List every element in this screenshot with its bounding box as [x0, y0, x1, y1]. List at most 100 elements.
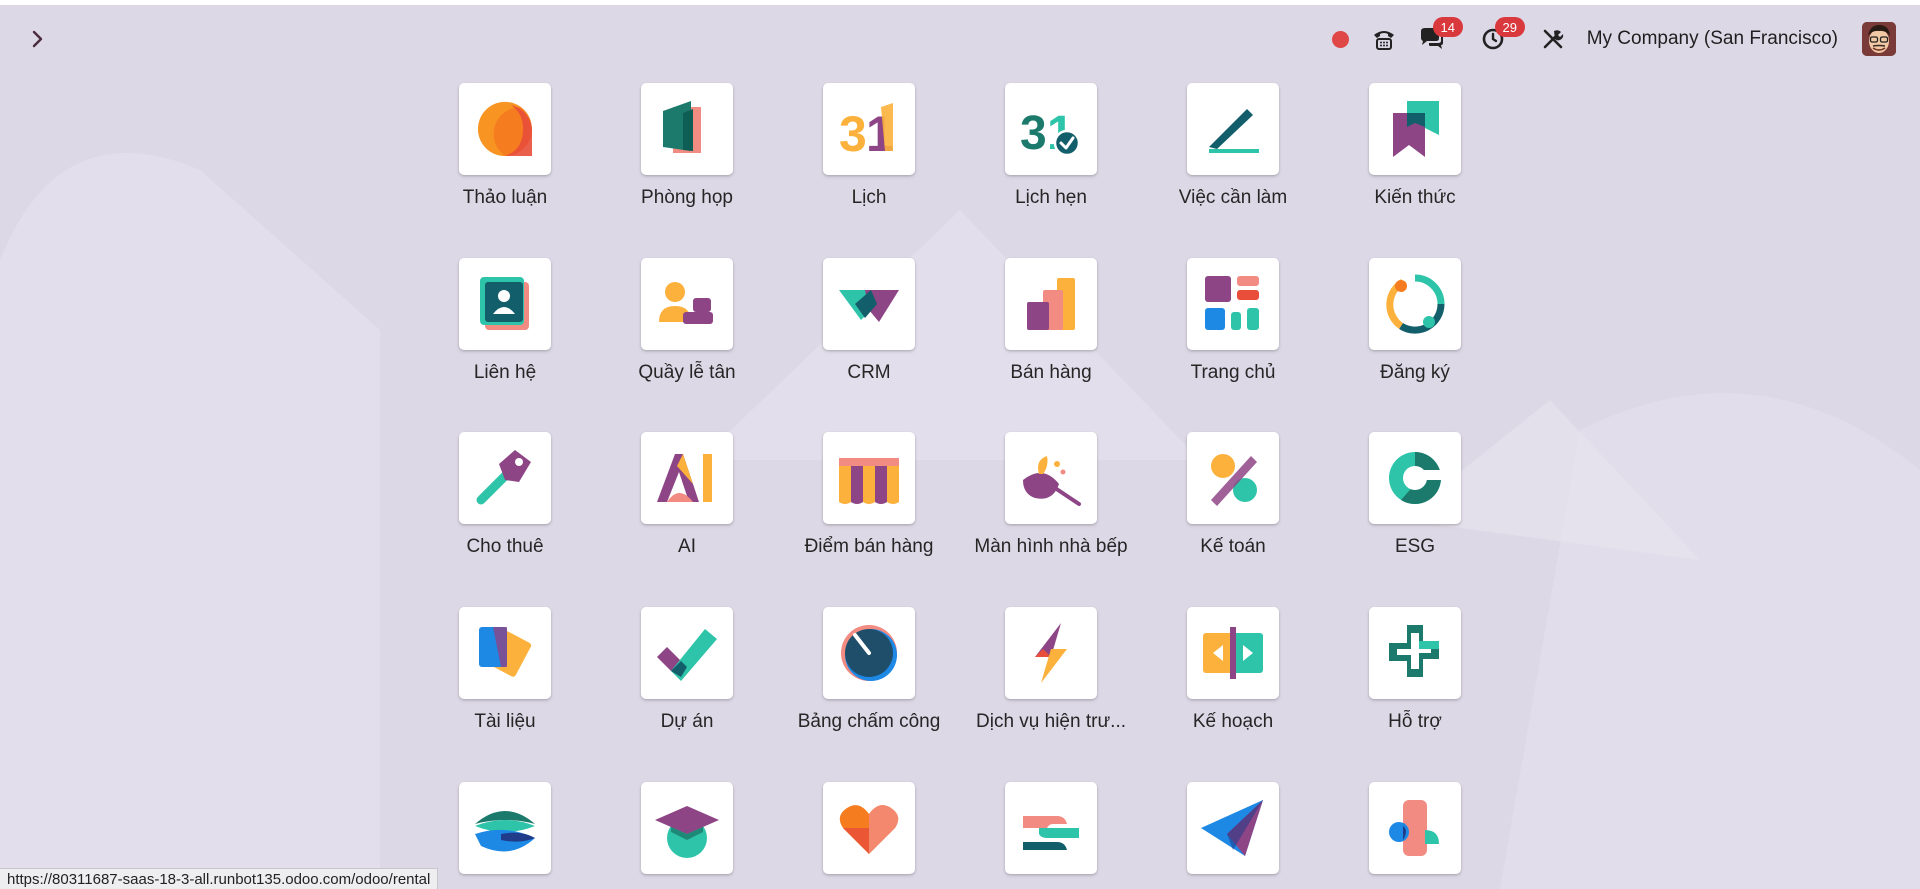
app-timesheets[interactable]: Bảng chấm công: [784, 607, 954, 757]
app-planning[interactable]: Kế hoạch: [1148, 607, 1318, 757]
activities-button[interactable]: 29: [1481, 17, 1525, 51]
messages-badge: 14: [1432, 17, 1463, 37]
app-label: Cho thuê: [466, 536, 544, 557]
phone-icon: [1373, 31, 1394, 50]
app-marketing-automation[interactable]: [1330, 782, 1500, 889]
app-label: Lịch hẹn: [1015, 187, 1087, 208]
point-of-sale-icon: [839, 458, 899, 504]
app-label: Việc cần làm: [1178, 187, 1288, 208]
messages-button[interactable]: 14: [1419, 17, 1463, 51]
app-documents[interactable]: Tài liệu: [420, 607, 590, 757]
email-marketing-icon: [1201, 800, 1263, 856]
frontdesk-icon: [659, 282, 713, 324]
record-dot-icon: [1331, 30, 1349, 48]
app-calendar[interactable]: 3 1 Lịch: [784, 83, 954, 233]
appraisal-icon: [839, 805, 899, 854]
voip-button[interactable]: [1371, 26, 1397, 52]
crm-icon: [839, 290, 899, 322]
systray: 14 29 My Company (San Francisco): [1331, 17, 1896, 59]
chevron-right-icon[interactable]: [24, 25, 52, 53]
app-label: Hỗ trợ: [1388, 711, 1442, 732]
app-kitchen-display[interactable]: Màn hình nhà bếp: [966, 432, 1136, 582]
field-service-icon: [1035, 623, 1067, 683]
app-frontdesk[interactable]: Quầy lễ tân: [602, 258, 772, 408]
app-label: Tài liệu: [474, 711, 536, 732]
app-project[interactable]: Dự án: [602, 607, 772, 757]
app-label: Trang chủ: [1190, 362, 1276, 383]
app-appraisal[interactable]: [784, 782, 954, 889]
app-label: Thảo luận: [462, 187, 548, 208]
recording-indicator[interactable]: [1331, 30, 1349, 48]
accounting-icon: [1211, 454, 1257, 506]
app-contacts[interactable]: Liên hệ: [420, 258, 590, 408]
app-accounting[interactable]: Kế toán: [1148, 432, 1318, 582]
app-email-marketing[interactable]: [1148, 782, 1318, 889]
debug-tools-button[interactable]: [1541, 27, 1565, 51]
status-bar-url: https://80311687-saas-18-3-all.runbot135…: [0, 868, 439, 889]
app-referral[interactable]: [966, 782, 1136, 889]
timesheets-icon: [841, 625, 897, 681]
app-label: AI: [678, 536, 696, 557]
app-knowledge[interactable]: Kiến thức: [1330, 83, 1500, 233]
app-label: Kiến thức: [1374, 187, 1456, 208]
contacts-icon: [480, 277, 529, 330]
app-meeting-rooms[interactable]: Phòng họp: [602, 83, 772, 233]
company-switcher[interactable]: My Company (San Francisco): [1587, 28, 1840, 50]
app-elearning[interactable]: [602, 782, 772, 889]
project-icon: [657, 629, 717, 681]
app-pos[interactable]: Điểm bán hàng: [784, 432, 954, 582]
navbar: 14 29 My Company (San Francisco): [0, 5, 1920, 69]
subscriptions-icon: [1386, 274, 1445, 334]
svg-text:3: 3: [1020, 107, 1047, 160]
ai-icon: [657, 454, 712, 502]
app-label: Bảng chấm công: [797, 711, 941, 732]
app-label: CRM: [847, 362, 891, 383]
elearning-icon: [655, 806, 719, 858]
calendar-icon: 3 1: [839, 103, 894, 162]
website-icon: [475, 811, 535, 852]
app-website[interactable]: [420, 782, 590, 889]
helpdesk-icon: [1389, 625, 1439, 677]
app-field-service[interactable]: Dịch vụ hiện trư...: [966, 607, 1136, 757]
app-label: Lịch: [851, 187, 887, 208]
appointment-icon: 3 1: [1020, 107, 1081, 160]
app-label: Điểm bán hàng: [804, 536, 934, 557]
app-sales[interactable]: Bán hàng: [966, 258, 1136, 408]
app-label: Dự án: [660, 711, 714, 732]
app-label: Màn hình nhà bếp: [974, 536, 1128, 557]
kitchen-display-icon: [1023, 456, 1081, 506]
app-label: Kế toán: [1200, 536, 1266, 557]
avatar: [1862, 22, 1896, 56]
app-label: Phòng họp: [641, 187, 733, 208]
rental-icon: [476, 450, 531, 505]
app-subscriptions[interactable]: Đăng ký: [1330, 258, 1500, 408]
app-helpdesk[interactable]: Hỗ trợ: [1330, 607, 1500, 757]
dashboards-icon: [1205, 276, 1259, 330]
app-label: Quầy lễ tân: [638, 362, 736, 383]
todo-icon: [1209, 109, 1259, 153]
meeting-room-icon: [663, 101, 701, 153]
documents-icon: [479, 627, 532, 677]
app-appointments[interactable]: 3 1 Lịch hẹn: [966, 83, 1136, 233]
app-ai[interactable]: AI: [602, 432, 772, 582]
user-menu[interactable]: [1862, 22, 1896, 56]
discuss-icon: [477, 101, 532, 156]
app-label: Bán hàng: [1010, 362, 1092, 383]
app-todo[interactable]: Việc cần làm: [1148, 83, 1318, 233]
knowledge-icon: [1393, 101, 1439, 157]
app-crm[interactable]: CRM: [784, 258, 954, 408]
app-label: ESG: [1394, 536, 1436, 557]
background-pattern: [0, 152, 1920, 889]
referral-icon: [1023, 816, 1079, 850]
activities-badge: 29: [1494, 17, 1525, 37]
app-dashboards[interactable]: Trang chủ: [1148, 258, 1318, 408]
app-label: Kế hoạch: [1192, 711, 1274, 732]
esg-icon: [1389, 452, 1443, 505]
sales-icon: [1027, 278, 1075, 330]
app-label: Dịch vụ hiện trư...: [976, 711, 1126, 732]
app-esg[interactable]: ESG: [1330, 432, 1500, 582]
svg-text:3: 3: [839, 106, 867, 162]
app-discuss[interactable]: Thảo luận: [420, 83, 590, 233]
app-rental[interactable]: Cho thuê: [420, 432, 590, 582]
company-name: My Company (San Francisco): [1586, 28, 1838, 49]
